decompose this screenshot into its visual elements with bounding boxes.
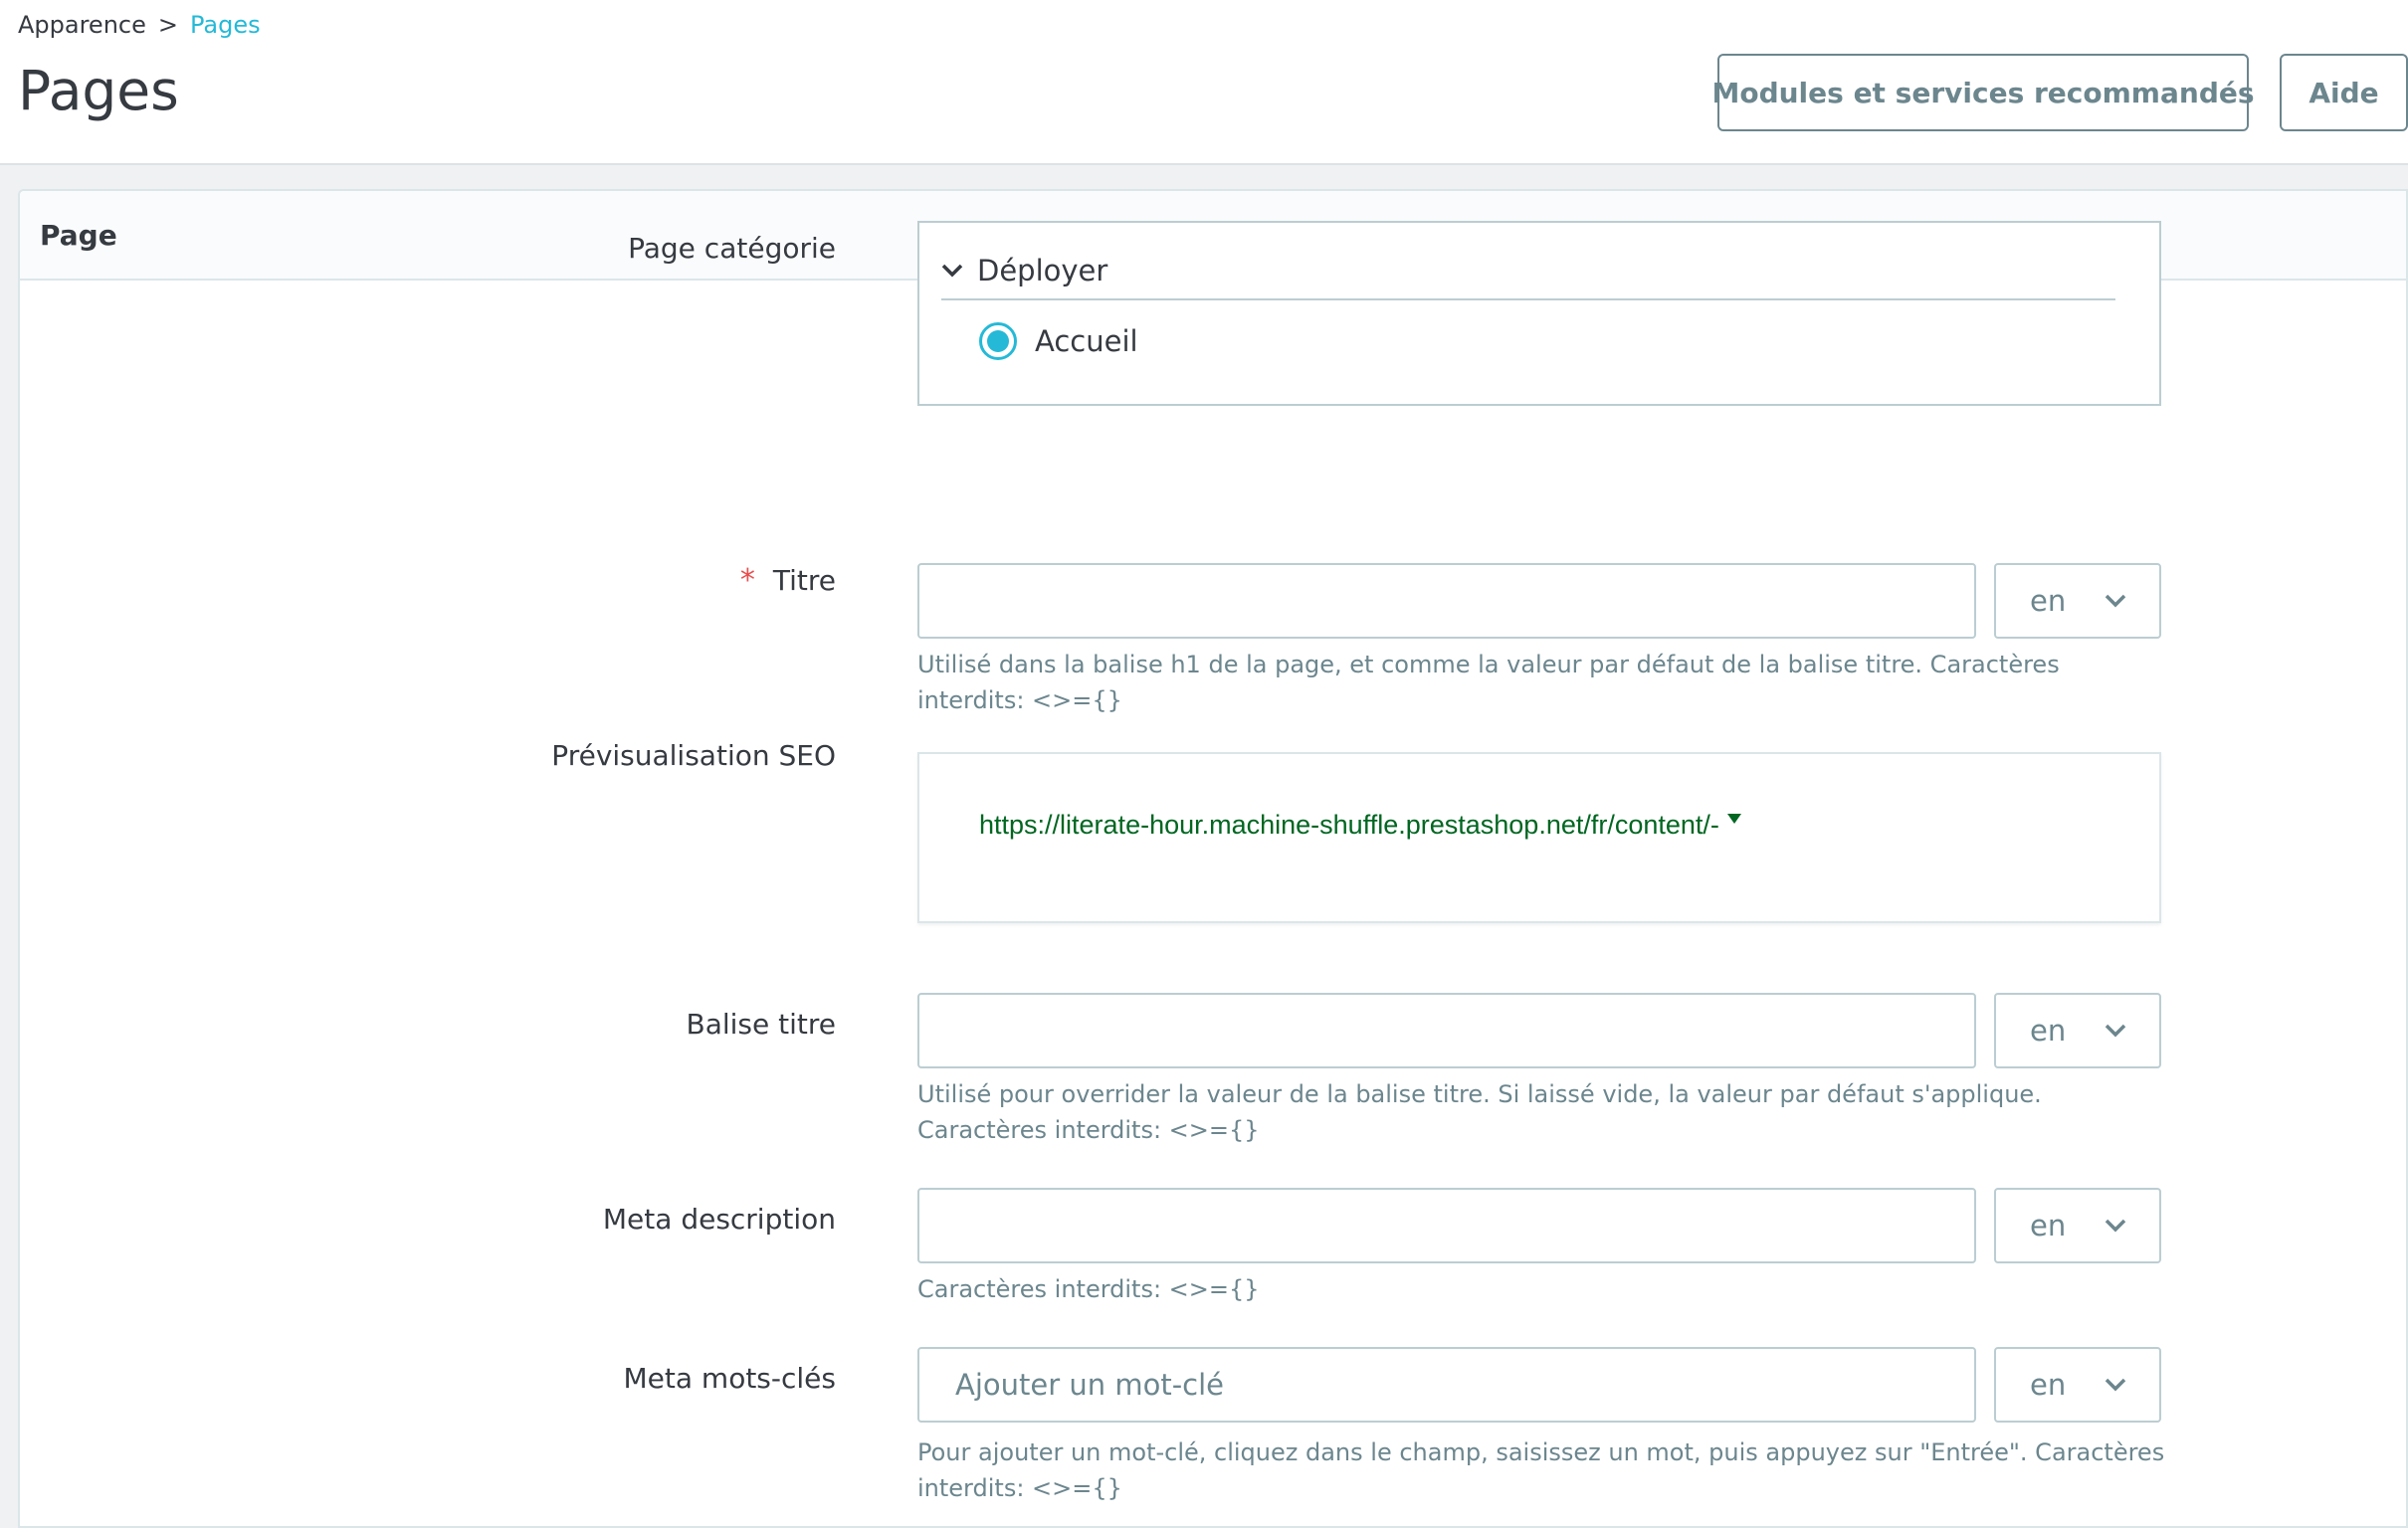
seo-preview-label: Prévisualisation SEO [551,739,836,772]
chevron-down-icon [2105,1024,2126,1038]
seo-url-text: https://literate-hour.machine-shuffle.pr… [979,810,1719,840]
meta-keywords-input[interactable]: Ajouter un mot-clé [917,1347,1976,1423]
radio-checked-dot [987,330,1009,352]
meta-title-help-text: Utilisé pour overrider la valeur de la b… [917,1080,2042,1144]
title-language-select[interactable]: en [1994,563,2161,639]
breadcrumb-separator: > [157,11,178,39]
tree-toggle-label: Déployer [977,254,1108,287]
meta-title-label: Balise titre [686,1008,837,1041]
category-tree: Déployer Accueil [917,221,2161,406]
tree-item-accueil[interactable]: Accueil [979,322,1138,360]
meta-description-language-select[interactable]: en [1994,1188,2161,1263]
meta-keywords-label: Meta mots-clés [623,1362,837,1395]
seo-preview-box: https://literate-hour.machine-shuffle.pr… [917,752,2161,923]
chevron-down-icon [941,264,963,278]
breadcrumb-parent-link[interactable]: Apparence [18,11,146,39]
language-value: en [2030,1368,2067,1402]
page-title: Pages [18,59,179,122]
required-mark: * [739,563,755,598]
language-value: en [2030,584,2067,618]
meta-description-input[interactable] [917,1188,1976,1263]
meta-description-help-text: Caractères interdits: <>={} [917,1275,1260,1303]
language-value: en [2030,1209,2067,1242]
tree-expand-toggle[interactable]: Déployer [941,243,2115,300]
title-help-text: Utilisé dans la balise h1 de la page, et… [917,651,2060,714]
meta-description-label: Meta description [602,1203,836,1236]
recommended-modules-button[interactable]: Modules et services recommandés [1711,54,2255,131]
meta-keywords-help-text: Pour ajouter un mot-clé, cliquez dans le… [917,1438,2165,1502]
caret-down-icon [1726,813,1741,824]
breadcrumb: Apparence > Pages [18,10,261,40]
seo-preview-url: https://literate-hour.machine-shuffle.pr… [979,810,1741,841]
category-radio[interactable] [979,322,1017,360]
page-header: Apparence > Pages Pages Modules et service… [0,0,2408,165]
title-input[interactable] [917,563,1976,639]
meta-title-input[interactable] [917,993,1976,1068]
chevron-down-icon [2105,1378,2126,1392]
page-form-panel: Page Page catégorie Déployer Accueil * Ti… [18,189,2408,1528]
breadcrumb-current-link[interactable]: Pages [190,11,261,39]
chevron-down-icon [2105,594,2126,608]
meta-keywords-language-select[interactable]: en [1994,1347,2161,1423]
title-label-text: Titre [772,564,836,597]
help-button[interactable]: Aide [2280,54,2408,131]
language-value: en [2030,1014,2067,1048]
title-label: * Titre [740,563,836,599]
chevron-down-icon [2105,1219,2126,1233]
tree-item-label: Accueil [1035,324,1138,358]
category-label: Page catégorie [628,232,836,265]
meta-title-language-select[interactable]: en [1994,993,2161,1068]
